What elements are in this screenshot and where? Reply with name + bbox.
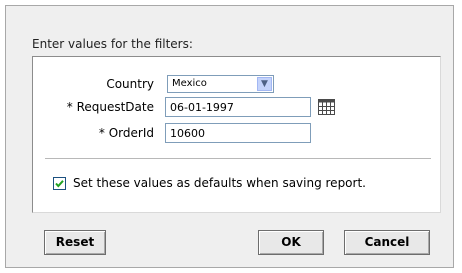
order-id-input[interactable] bbox=[165, 123, 311, 143]
ok-button[interactable]: OK bbox=[258, 230, 324, 255]
cancel-button[interactable]: Cancel bbox=[344, 230, 430, 255]
calendar-icon[interactable] bbox=[318, 99, 335, 115]
order-id-row: * OrderId bbox=[60, 124, 154, 144]
defaults-checkbox-label: Set these values as defaults when saving… bbox=[73, 176, 366, 190]
country-label: Country bbox=[106, 77, 154, 91]
checkmark-icon bbox=[55, 180, 64, 188]
reset-button[interactable]: Reset bbox=[44, 230, 106, 255]
panel-divider bbox=[45, 158, 431, 159]
request-date-input[interactable] bbox=[165, 97, 311, 117]
country-row: Country bbox=[60, 75, 154, 95]
defaults-checkbox[interactable] bbox=[53, 177, 66, 190]
request-date-row: * RequestDate bbox=[40, 98, 154, 118]
chevron-down-icon[interactable]: ▼ bbox=[257, 77, 272, 91]
country-selected-value: Mexico bbox=[172, 78, 207, 89]
request-date-label: * RequestDate bbox=[66, 100, 154, 114]
country-select[interactable]: Mexico ▼ bbox=[167, 75, 274, 93]
order-id-label: * OrderId bbox=[98, 126, 154, 140]
dialog-heading: Enter values for the filters: bbox=[32, 37, 193, 51]
